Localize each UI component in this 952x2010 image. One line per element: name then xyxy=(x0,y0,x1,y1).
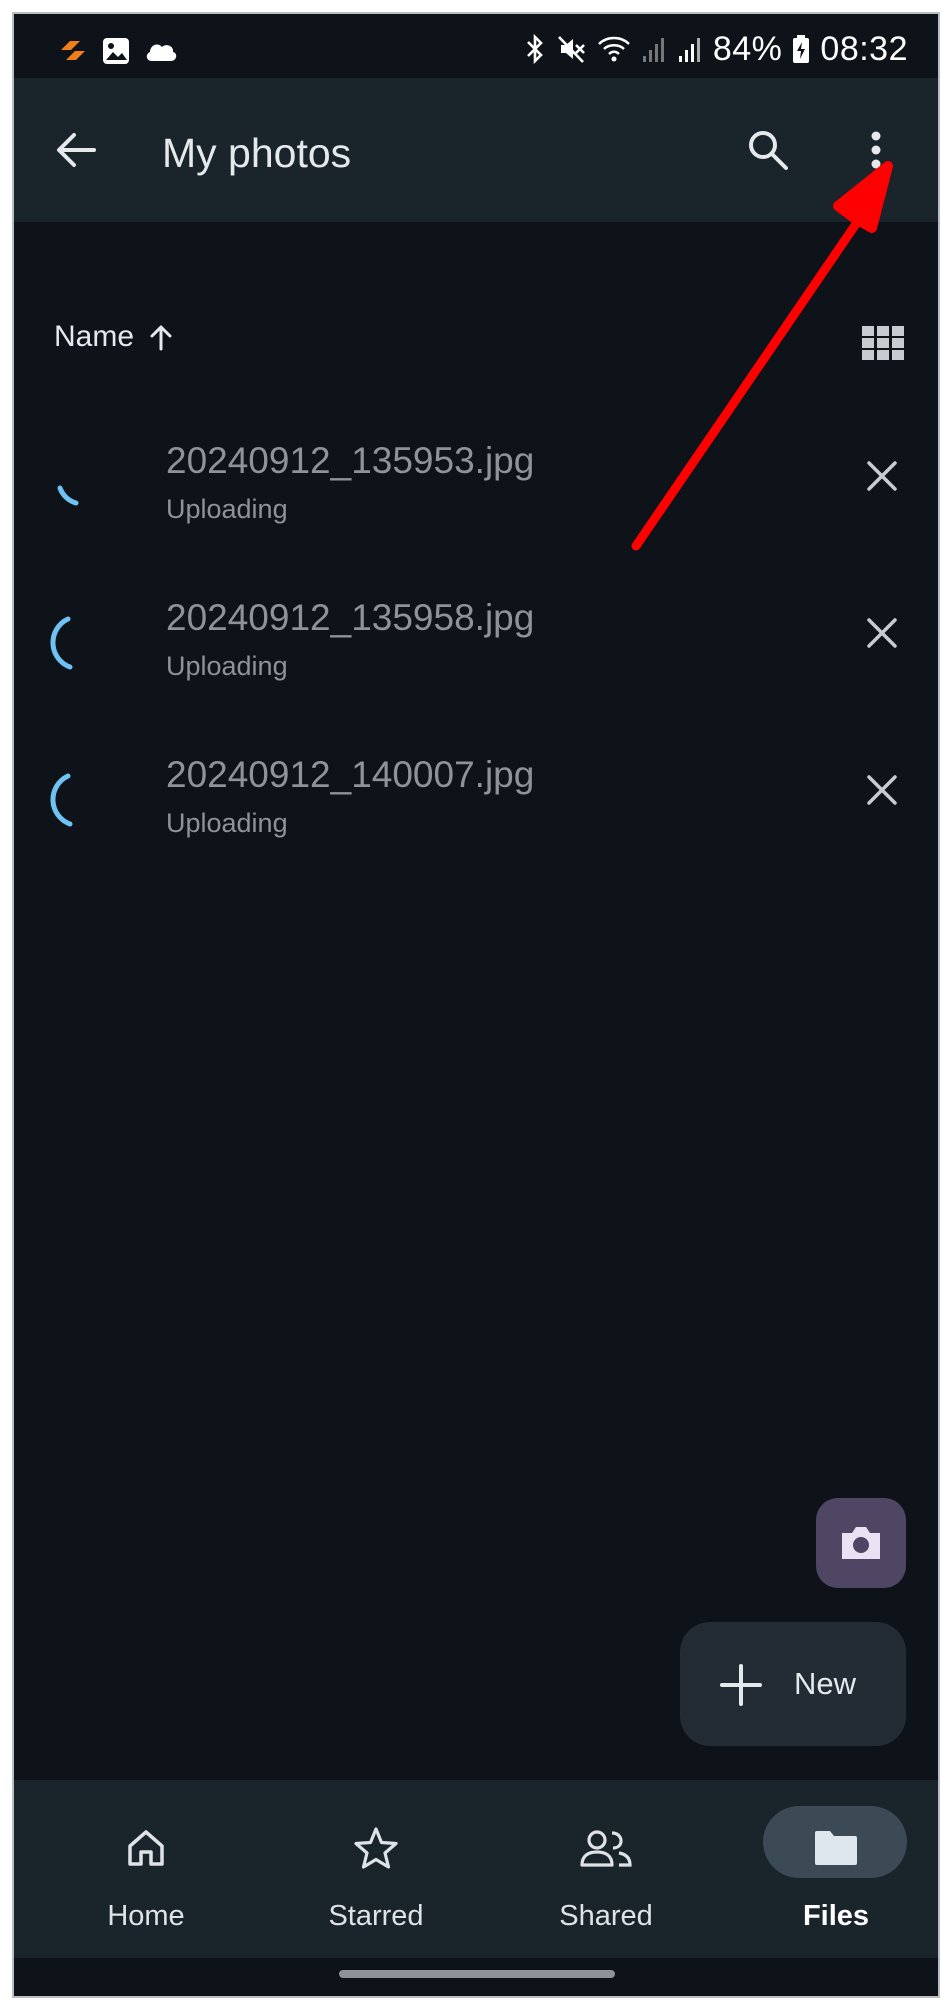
signal-icon xyxy=(641,34,667,64)
nav-label: Shared xyxy=(559,1900,653,1932)
file-status: Uploading xyxy=(166,808,288,838)
nav-label: Starred xyxy=(328,1900,424,1932)
signal-icon xyxy=(677,34,703,64)
nav-item-files[interactable]: Files xyxy=(736,1806,936,1936)
search-button[interactable] xyxy=(736,118,800,182)
page-title: My photos xyxy=(162,130,352,176)
file-name: 20240912_135953.jpg xyxy=(166,440,535,481)
nav-item-home[interactable]: Home xyxy=(46,1806,246,1936)
home-indicator[interactable] xyxy=(339,1970,615,1978)
search-icon xyxy=(749,131,788,170)
cancel-upload-button[interactable] xyxy=(854,605,910,661)
status-bar-system: 84% 08:32 xyxy=(523,28,908,70)
more-vertical-icon xyxy=(871,131,881,169)
close-icon xyxy=(867,775,897,805)
gesture-bar-area xyxy=(14,1958,938,1996)
more-options-button[interactable] xyxy=(846,118,906,182)
arrow-up-icon xyxy=(150,325,172,351)
file-status: Uploading xyxy=(166,651,288,681)
file-status: Uploading xyxy=(166,494,288,524)
bottom-navigation: Home Starred Shared Files xyxy=(14,1780,938,1958)
bluetooth-icon xyxy=(523,33,547,65)
camera-scan-button[interactable] xyxy=(816,1498,906,1588)
nav-label: Files xyxy=(802,1900,870,1932)
file-name: 20240912_140007.jpg xyxy=(166,754,535,795)
deezer-icon xyxy=(58,38,88,64)
upload-progress-spinner-icon xyxy=(50,616,73,670)
status-time: 08:32 xyxy=(820,29,908,68)
new-button[interactable]: New xyxy=(680,1622,906,1746)
grid-view-icon xyxy=(862,326,904,360)
app-bar: My photos xyxy=(14,78,938,222)
close-icon xyxy=(867,618,897,648)
phone-screen: 84% 08:32 My photos Name 20240912_135953… xyxy=(12,12,940,1998)
battery-percentage: 84% xyxy=(712,29,783,68)
people-icon xyxy=(576,1820,636,1876)
status-bar-notifications xyxy=(58,34,178,68)
nav-item-shared[interactable]: Shared xyxy=(506,1806,706,1936)
list-item[interactable]: 20240912_140007.jpg Uploading xyxy=(14,740,938,897)
sort-by-name-button[interactable]: Name xyxy=(54,320,174,354)
battery-charging-icon xyxy=(792,34,810,64)
nav-label: Home xyxy=(107,1900,185,1932)
image-icon xyxy=(102,37,130,65)
upload-progress-spinner-icon xyxy=(57,485,79,506)
arrow-back-icon xyxy=(57,133,96,167)
star-icon xyxy=(346,1820,406,1876)
cancel-upload-button[interactable] xyxy=(854,448,910,504)
back-button[interactable] xyxy=(44,118,108,182)
folder-icon xyxy=(806,1820,866,1876)
sort-label: Name xyxy=(54,320,135,353)
grid-view-toggle[interactable] xyxy=(858,318,908,368)
nav-item-starred[interactable]: Starred xyxy=(276,1806,476,1936)
file-list: 20240912_135953.jpg Uploading 20240912_1… xyxy=(14,426,938,897)
list-item[interactable]: 20240912_135953.jpg Uploading xyxy=(14,426,938,583)
wifi-icon xyxy=(597,34,631,64)
cloud-icon xyxy=(144,39,178,63)
mute-icon xyxy=(557,34,587,64)
file-name: 20240912_135958.jpg xyxy=(166,597,535,638)
plus-icon xyxy=(720,1664,762,1706)
upload-progress-spinner-icon xyxy=(50,773,73,827)
close-icon xyxy=(867,461,897,491)
sort-row: Name xyxy=(14,314,938,374)
cancel-upload-button[interactable] xyxy=(854,762,910,818)
new-button-label: New xyxy=(794,1666,857,1701)
home-icon xyxy=(116,1820,176,1876)
camera-icon xyxy=(842,1527,880,1559)
list-item[interactable]: 20240912_135958.jpg Uploading xyxy=(14,583,938,740)
status-bar: 84% 08:32 xyxy=(14,14,938,78)
